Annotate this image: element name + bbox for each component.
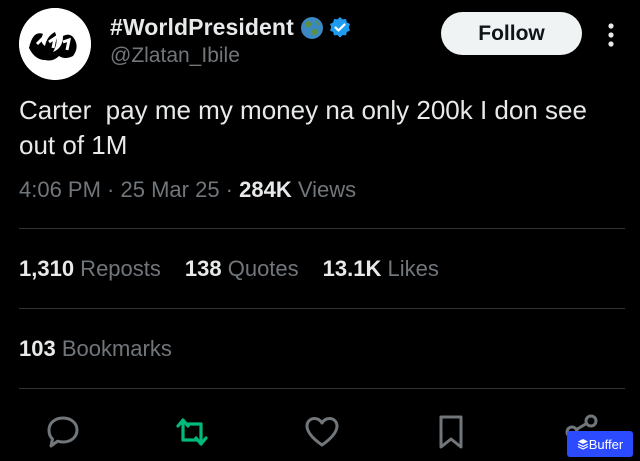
- buffer-logo-icon: [577, 439, 589, 450]
- bookmarks-label: Bookmarks: [55, 336, 172, 361]
- zlatan-logo-icon: [19, 8, 91, 80]
- globe-icon: [300, 16, 323, 39]
- divider: [19, 388, 625, 389]
- divider: [19, 228, 625, 229]
- likes-stat[interactable]: 13.1K Likes: [323, 256, 439, 282]
- tweet-text: Carter pay me my money na only 200k I do…: [19, 95, 595, 160]
- like-icon[interactable]: [302, 412, 342, 452]
- bookmark-icon[interactable]: [431, 412, 471, 452]
- display-name[interactable]: #WorldPresident: [110, 14, 294, 41]
- buffer-label: Buffer: [588, 436, 624, 452]
- avatar[interactable]: [19, 8, 91, 80]
- reposts-label: Reposts: [74, 256, 161, 281]
- tweet-date[interactable]: 25 Mar 25: [121, 177, 220, 202]
- follow-button[interactable]: Follow: [441, 12, 582, 55]
- verified-badge-icon: [329, 16, 350, 38]
- more-options-icon[interactable]: [601, 20, 621, 50]
- quotes-stat[interactable]: 138 Quotes: [185, 256, 299, 282]
- reposts-stat[interactable]: 1,310 Reposts: [19, 256, 161, 282]
- repost-icon[interactable]: [172, 412, 212, 452]
- tweet-header: #WorldPresident @Zlatan_Ibile Follow: [0, 0, 640, 90]
- views-label: Views: [291, 177, 357, 202]
- views-count[interactable]: 284K: [239, 177, 292, 202]
- likes-label: Likes: [381, 256, 439, 281]
- author-name-row[interactable]: #WorldPresident: [110, 14, 352, 41]
- author-handle[interactable]: @Zlatan_Ibile: [110, 44, 240, 68]
- buffer-badge[interactable]: Buffer: [567, 431, 633, 457]
- divider: [19, 308, 625, 309]
- reposts-count: 1,310: [19, 256, 75, 281]
- tweet-time[interactable]: 4:06 PM: [19, 177, 101, 202]
- quotes-label: Quotes: [221, 256, 299, 281]
- meta-separator: ·: [219, 177, 240, 202]
- likes-count: 13.1K: [322, 256, 382, 281]
- engagement-stats: 1,310 Reposts 138 Quotes 13.1K Likes: [19, 256, 463, 282]
- tweet-meta: 4:06 PM · 25 Mar 25 · 284K Views: [19, 177, 356, 203]
- bookmarks-stat[interactable]: 103 Bookmarks: [19, 336, 172, 362]
- bookmarks-count: 103: [19, 336, 56, 361]
- quotes-count: 138: [184, 256, 222, 281]
- reply-icon[interactable]: [43, 412, 83, 452]
- meta-separator: ·: [100, 177, 121, 202]
